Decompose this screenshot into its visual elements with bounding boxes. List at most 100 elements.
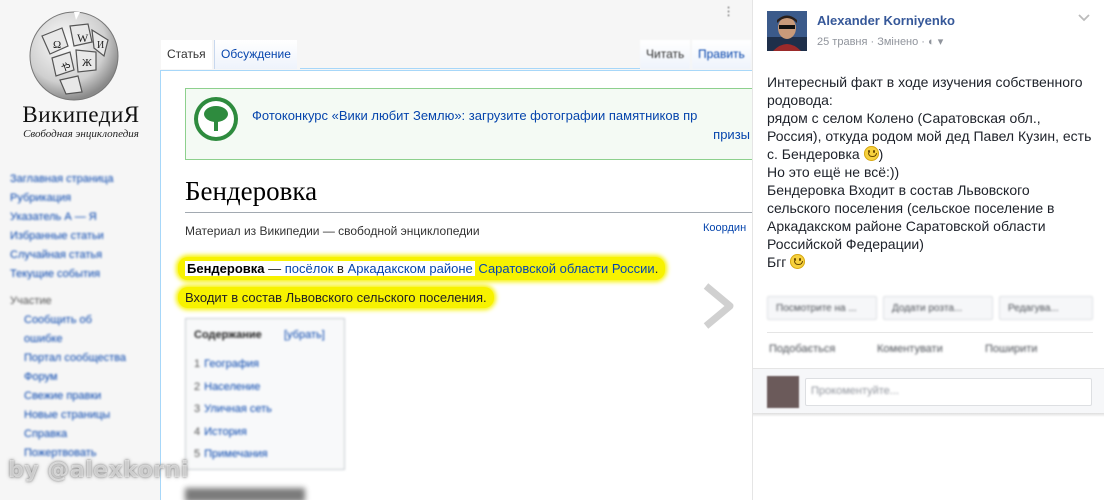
post-line: Интересный факт в ходе изучения собствен…: [767, 74, 1083, 108]
like-button[interactable]: Подобається: [769, 343, 835, 355]
tab-discussion[interactable]: Обсуждение: [214, 40, 297, 69]
chevron-right-icon: [703, 283, 734, 329]
toc-item-number: 3: [194, 403, 201, 415]
sidebar-item[interactable]: Указатель А — Я: [10, 208, 155, 227]
toc-item-number: 1: [194, 358, 201, 370]
smile-emoji-icon: [790, 254, 806, 269]
author-watermark: by @alexkorni: [8, 458, 189, 483]
text-dash: —: [264, 261, 285, 276]
page-subtitle: Материал из Википедии — свободной энцикл…: [185, 224, 480, 238]
post-bottom-edge: [753, 413, 1104, 417]
toc-title: Содержание: [194, 329, 262, 341]
toc-item-number: 4: [194, 425, 201, 438]
globe-icon[interactable]: ◐: [928, 36, 935, 48]
svg-text:ゃ: ゃ: [60, 59, 72, 73]
page-title: Бендеровка: [185, 176, 318, 206]
link-settlement[interactable]: посёлок: [285, 261, 334, 276]
more-icon[interactable]: ⁝: [726, 2, 731, 22]
toc-item-number: 5: [194, 448, 201, 460]
tab-article[interactable]: Статья: [161, 40, 212, 69]
pill-button[interactable]: Додати розта...: [883, 296, 993, 320]
sidebar-participation: Участие Сообщить об ошибке Портал сообще…: [10, 292, 155, 463]
tab-edit[interactable]: Править: [692, 40, 751, 69]
sidebar-item[interactable]: Справка: [10, 425, 155, 444]
post-author-name[interactable]: Alexander Korniyenko: [817, 13, 955, 28]
facebook-post: Alexander Korniyenko 25 травня · Змінено…: [752, 0, 1104, 500]
wikipedia-wordmark: ВикипедиЯ: [22, 102, 140, 127]
commenter-avatar: [767, 376, 799, 408]
coordinates-link[interactable]: Координ: [703, 222, 746, 234]
tab-divider: [300, 68, 640, 69]
article-paragraph: Входит в состав Львовского сельского пос…: [178, 287, 494, 308]
sidebar-section-heading: Участие: [10, 295, 52, 307]
toc-item-label[interactable]: Примечания: [204, 448, 268, 460]
toc-item[interactable]: 2 Население: [194, 376, 272, 399]
svg-text:Ж: Ж: [82, 57, 92, 69]
sidebar-item[interactable]: Случайная статья: [10, 246, 155, 265]
pill-button[interactable]: Редагува...: [999, 296, 1093, 320]
post-line: рядом с селом Колено (Саратовская обл., …: [767, 109, 1092, 163]
toc-hide-link[interactable]: [убрать]: [284, 329, 325, 341]
post-line: Бгг: [767, 253, 1092, 271]
text-in: в: [333, 261, 348, 276]
svg-text:Ω: Ω: [53, 39, 61, 51]
banner-line[interactable]: призы: [252, 125, 750, 144]
svg-text:W: W: [77, 31, 89, 45]
toc-item[interactable]: 1 География: [194, 353, 272, 376]
article-subject-bold: Бендеровка: [187, 261, 265, 276]
toc-item-label[interactable]: История: [204, 426, 247, 438]
sidebar-item[interactable]: Новые страницы: [10, 406, 155, 425]
toc-item-label[interactable]: Уличная сеть: [204, 403, 272, 415]
toc-item[interactable]: 3 Уличная сеть: [194, 398, 272, 421]
title-divider: [185, 212, 752, 213]
banner-line[interactable]: Фотоконкурс «Вики любит Землю»: загрузит…: [252, 106, 750, 125]
toc-item-label[interactable]: Население: [204, 381, 260, 393]
sidebar-item[interactable]: Сообщить об: [10, 311, 155, 330]
toc-item[interactable]: 5 Примечания: [194, 443, 272, 466]
toc-item[interactable]: 4 История: [194, 421, 272, 444]
comment-button[interactable]: Коментувати: [877, 343, 943, 355]
sidebar-item[interactable]: Портал сообщества: [10, 349, 155, 368]
post-line: Бендеровка Входит в состав Львовского се…: [767, 182, 1055, 252]
post-action-pills: Посмотрите на ... Додати розта... Редагу…: [767, 296, 1093, 320]
sidebar-navigation: Заглавная страница Рубрикация Указатель …: [10, 170, 155, 284]
sidebar-item[interactable]: Текущие события: [10, 265, 155, 284]
svg-text:И: И: [97, 40, 104, 51]
sidebar-item[interactable]: Свежие правки: [10, 387, 155, 406]
section-heading-blurred: [185, 488, 305, 500]
link-district[interactable]: Аркадакском районе: [348, 261, 473, 276]
smile-emoji-icon: [863, 146, 879, 161]
post-line: Но это ещё не всё:)): [767, 164, 900, 180]
post-reaction-bar: Подобається Коментувати Поширити: [767, 343, 1093, 361]
link-region[interactable]: Саратовской области: [478, 261, 608, 276]
sidebar-item[interactable]: Рубрикация: [10, 189, 155, 208]
toc-item-label[interactable]: География: [204, 358, 259, 370]
tab-read[interactable]: Читать: [640, 40, 691, 69]
pill-button[interactable]: Посмотрите на ...: [767, 296, 877, 320]
article-lead-paragraph: Бендеровка — посёлок в Аркадакском район…: [178, 257, 666, 280]
tree-icon: [194, 97, 238, 141]
link-country[interactable]: России: [612, 261, 655, 276]
toc-item-number: 2: [194, 380, 201, 393]
chevron-down-icon[interactable]: [1076, 10, 1092, 26]
post-meta: 25 травня · Змінено · ◐ ▾: [817, 35, 943, 48]
sidebar-item[interactable]: Заглавная страница: [10, 170, 155, 189]
post-line-text: ): [878, 146, 884, 162]
text-period: .: [654, 261, 659, 276]
caret-down-icon[interactable]: ▾: [938, 36, 944, 48]
post-text: Интересный факт в ходе изучения собствен…: [767, 73, 1092, 271]
wikipedia-globe-logo[interactable]: Ω W И ゃ Ж: [22, 6, 126, 102]
wikipedia-screenshot: Ω W И ゃ Ж ВикипедиЯ Свободная энциклопед…: [0, 0, 752, 500]
table-of-contents: Содержание [убрать] 1 География 2 Населени…: [185, 318, 345, 470]
avatar[interactable]: [767, 11, 807, 51]
sidebar-item[interactable]: ошибке: [10, 330, 155, 349]
comment-placeholder: Прокоментуйте...: [811, 385, 899, 397]
sidebar-item[interactable]: Форум: [10, 368, 155, 387]
sidebar-item[interactable]: Избранные статьи: [10, 227, 155, 246]
wikipedia-tagline: Свободная энциклопедия: [23, 128, 139, 140]
post-date[interactable]: 25 травня · Змінено ·: [817, 36, 928, 48]
post-line-text: рядом с селом Колено (Саратовская обл., …: [767, 110, 1092, 162]
post-line-text: Бгг: [767, 254, 787, 270]
banner-text[interactable]: Фотоконкурс «Вики любит Землю»: загрузит…: [252, 106, 750, 144]
share-button[interactable]: Поширити: [985, 343, 1037, 355]
